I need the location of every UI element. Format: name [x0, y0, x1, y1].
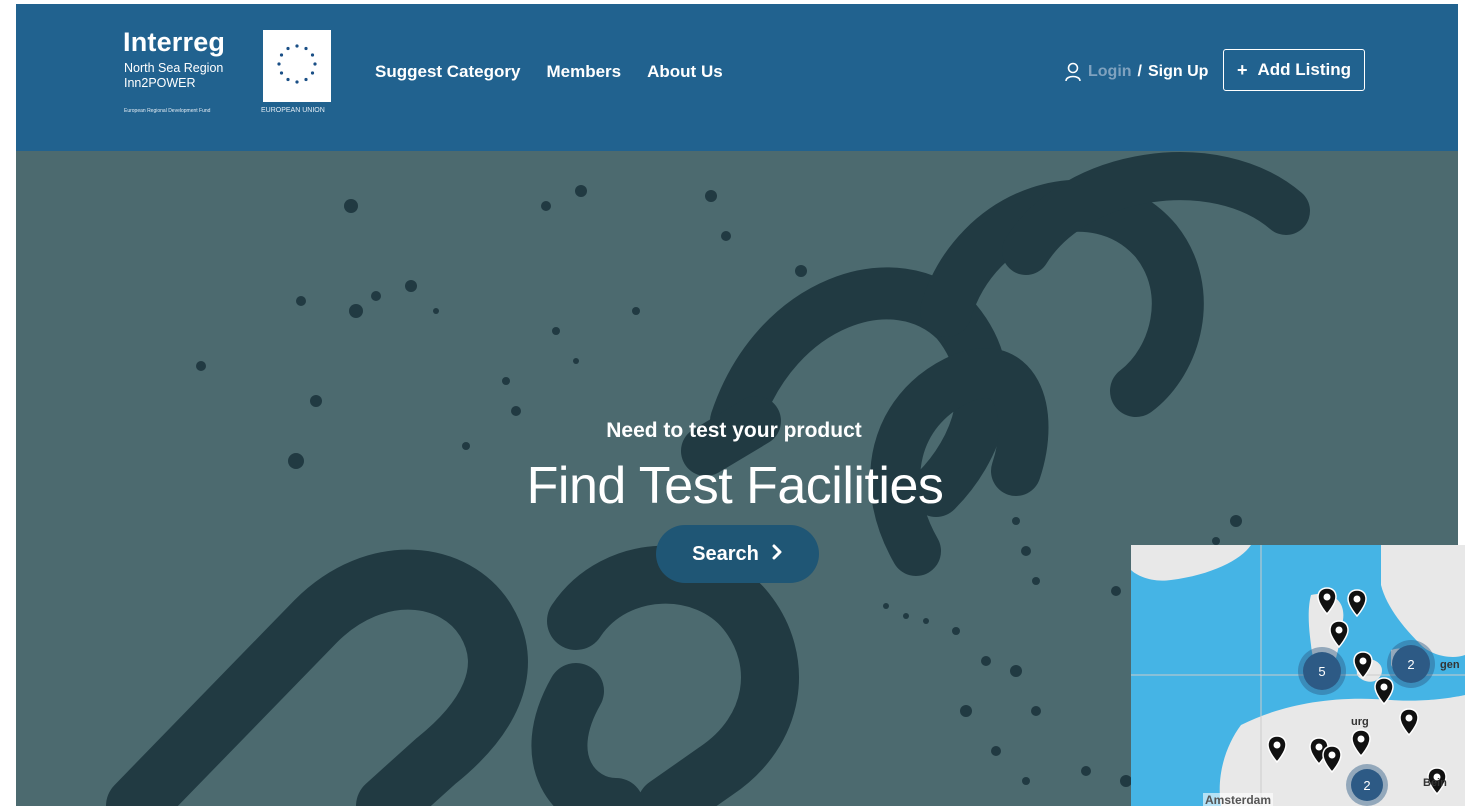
map-label-amsterdam: Amsterdam [1203, 793, 1274, 806]
logo-project-text: Inn2POWER [124, 76, 196, 90]
map-pin-icon[interactable] [1267, 735, 1287, 763]
map-label-berlin: Bein [1423, 777, 1447, 789]
map-pin-icon[interactable] [1399, 708, 1419, 736]
add-listing-label: Add Listing [1257, 60, 1351, 79]
logo-brand-text: Interreg [123, 27, 226, 57]
map-pin-icon[interactable] [1353, 651, 1373, 679]
map-pin-icon[interactable] [1347, 589, 1367, 617]
nav-about-us[interactable]: About Us [647, 62, 723, 82]
user-icon [1064, 62, 1082, 82]
map-cluster-marker[interactable]: 2 [1392, 645, 1430, 683]
chevron-right-icon [771, 543, 783, 566]
login-link[interactable]: Login [1088, 63, 1132, 81]
facilities-map[interactable]: Amsterdam urg Bein gen 5 2 2 [1131, 545, 1465, 806]
nav-suggest-category[interactable]: Suggest Category [375, 62, 520, 82]
map-label-copenhagen: gen [1440, 659, 1460, 671]
map-pin-icon[interactable] [1351, 729, 1371, 757]
map-cluster-marker[interactable]: 5 [1303, 652, 1341, 690]
map-pin-icon[interactable] [1317, 587, 1337, 615]
add-listing-button[interactable]: + Add Listing [1223, 49, 1365, 91]
plus-icon: + [1237, 59, 1248, 80]
hero-tagline: Need to test your product [606, 419, 862, 442]
logo-region-text: North Sea Region [124, 61, 224, 75]
search-button-label: Search [692, 542, 759, 565]
map-cluster-marker[interactable]: 2 [1351, 769, 1383, 801]
search-button[interactable]: Search [656, 525, 819, 583]
sign-up-link[interactable]: Sign Up [1148, 63, 1208, 81]
map-pin-icon[interactable] [1329, 620, 1349, 648]
interreg-logo[interactable]: Interreg North Sea Region Inn2POWER Euro… [123, 27, 333, 122]
top-navigation-bar: Interreg North Sea Region Inn2POWER Euro… [16, 4, 1458, 151]
account-separator: / [1137, 63, 1142, 80]
nav-members[interactable]: Members [546, 62, 621, 82]
account-links: Login / Sign Up [1064, 62, 1208, 82]
logo-fund-text: European Regional Development Fund [124, 108, 211, 114]
map-label-hamburg: urg [1351, 716, 1369, 728]
map-pin-icon[interactable] [1322, 745, 1342, 773]
hero-title: Find Test Facilities [526, 457, 944, 515]
eu-flag-icon [263, 30, 331, 102]
eu-label-text: EUROPEAN UNION [261, 107, 325, 114]
map-pin-icon[interactable] [1374, 677, 1394, 705]
main-nav: Suggest Category Members About Us [375, 62, 723, 82]
